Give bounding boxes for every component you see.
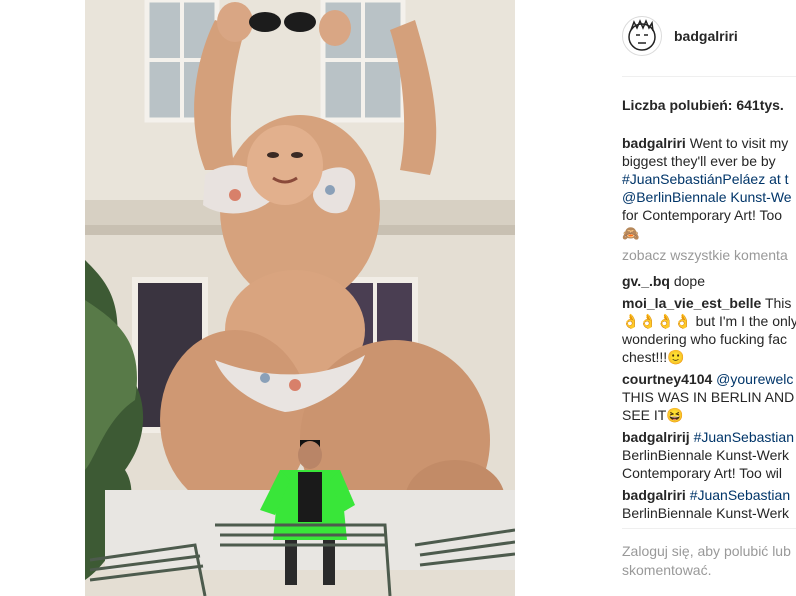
- caption: badgalriri Went to visit my biggest they…: [622, 134, 796, 242]
- comment-item: badgalriri #JuanSebastian BerlinBiennale…: [622, 486, 796, 522]
- likes-count[interactable]: Liczba polubień: 641tys.: [622, 96, 784, 114]
- comment-item: gv._.bq dope: [622, 272, 796, 290]
- comment-text: dope: [673, 273, 706, 289]
- login-prompt-text: , aby polubić lub: [689, 543, 791, 559]
- login-link[interactable]: Zaloguj się: [622, 543, 690, 559]
- comment-username[interactable]: courtney4104: [622, 371, 712, 387]
- comment-text: chest!!!🙂: [622, 349, 685, 365]
- view-all-comments-link[interactable]: zobacz wszystkie komenta: [622, 246, 796, 264]
- post-view: badgalriri Liczba polubień: 641tys. badg…: [0, 0, 796, 596]
- comment-text: SEE IT😆: [622, 407, 684, 423]
- login-prompt-text-2: skomentować.: [622, 562, 712, 578]
- comments-list: badgalriri Went to visit my biggest they…: [622, 134, 796, 526]
- comment-text: BerlinBiennale Kunst-Werk: [622, 447, 790, 463]
- post-author-username[interactable]: badgalriri: [674, 27, 738, 45]
- comment-hashtag-link[interactable]: #JuanSebastian: [694, 429, 794, 445]
- caption-hashtag-link[interactable]: #JuanSebastiánPeláez at t: [622, 170, 796, 188]
- comment-text: 👌👌👌👌 but I'm I the only: [622, 313, 796, 329]
- header-divider: [622, 76, 796, 77]
- caption-text-2: biggest they'll ever be by: [622, 153, 776, 169]
- login-prompt: Zaloguj się, aby polubić lub skomentować…: [622, 542, 796, 580]
- avatar[interactable]: [622, 16, 662, 56]
- caption-text-5: for Contemporary Art! Too: [622, 207, 783, 223]
- comment-text: wondering who fucking fac: [622, 331, 787, 347]
- comment-username[interactable]: moi_la_vie_est_belle: [622, 295, 761, 311]
- post-details-panel: badgalriri Liczba polubień: 641tys. badg…: [608, 0, 796, 596]
- caption-emoji: 🙈: [622, 225, 640, 241]
- footer-divider: [622, 528, 796, 529]
- post-header: badgalriri: [622, 15, 738, 57]
- comment-username[interactable]: gv._.bq: [622, 273, 670, 289]
- comment-text: This: [764, 295, 792, 311]
- comment-text: THIS WAS IN BERLIN AND: [622, 389, 795, 405]
- comment-item: moi_la_vie_est_belle This 👌👌👌👌 but I'm I…: [622, 294, 796, 366]
- comment-hashtag-link[interactable]: #JuanSebastian: [690, 487, 790, 503]
- post-photo[interactable]: [85, 0, 515, 596]
- comment-text: BerlinBiennale Kunst-Werk: [622, 505, 790, 521]
- avatar-face-icon: [628, 19, 656, 51]
- comment-username[interactable]: badgalriri: [622, 487, 686, 503]
- caption-username[interactable]: badgalriri: [622, 135, 686, 151]
- comment-username[interactable]: badgalririj: [622, 429, 690, 445]
- photo-illustration: [85, 0, 515, 596]
- caption-text-1: Went to visit my: [689, 135, 789, 151]
- caption-line-1: badgalriri Went to visit my: [622, 134, 796, 152]
- comment-item: badgalririj #JuanSebastian BerlinBiennal…: [622, 428, 796, 482]
- comment-text: Contemporary Art! Too wil: [622, 465, 783, 481]
- comment-item: courtney4104 @yourewelc THIS WAS IN BERL…: [622, 370, 796, 424]
- comment-mention-link[interactable]: @yourewelc: [716, 371, 793, 387]
- caption-mention-link[interactable]: @BerlinBiennale Kunst-We: [622, 188, 796, 206]
